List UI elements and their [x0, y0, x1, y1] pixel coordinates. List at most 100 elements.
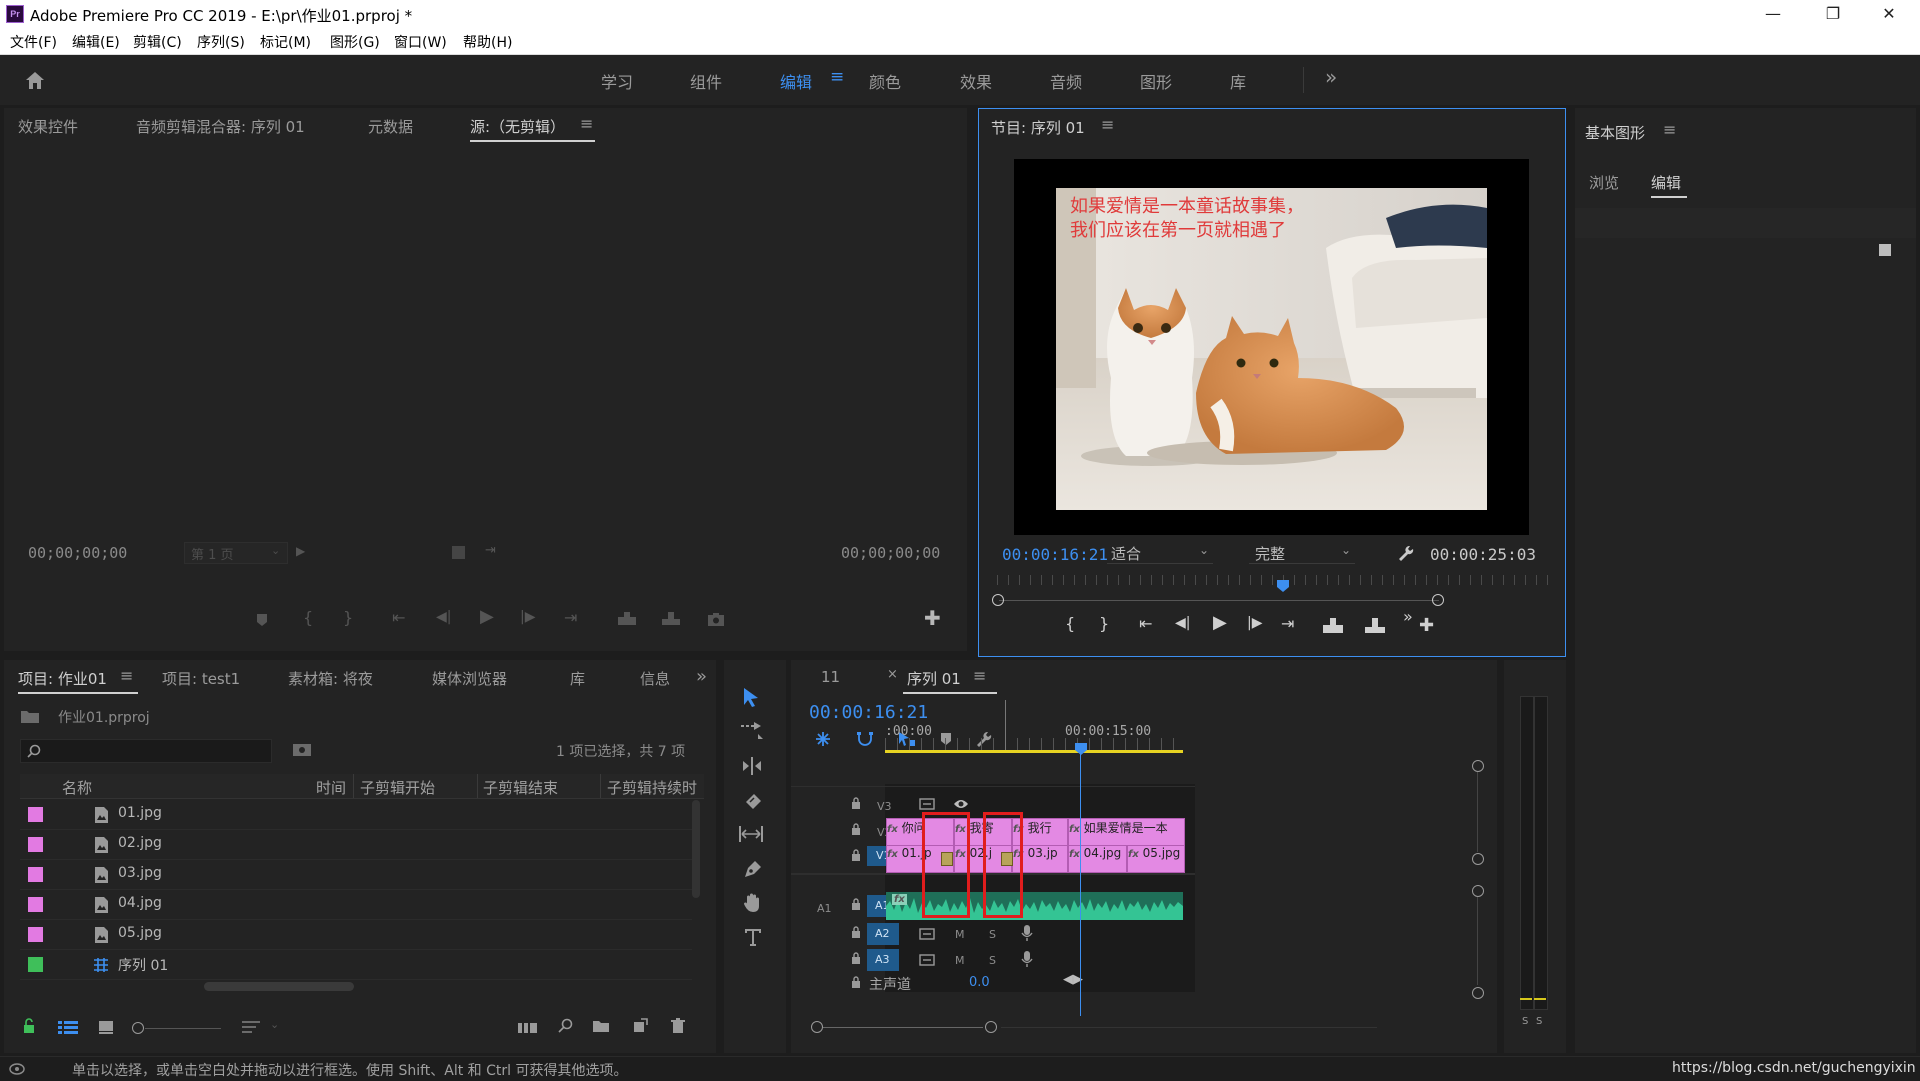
label-color-swatch[interactable]	[28, 807, 43, 822]
video-scrollbar-track[interactable]	[1477, 772, 1478, 852]
project-search-input[interactable]	[20, 739, 272, 763]
project-item-row[interactable]: 01.jpg	[20, 800, 692, 830]
home-icon[interactable]	[24, 69, 46, 91]
slip-tool-icon[interactable]	[738, 824, 764, 844]
extract-icon[interactable]	[1363, 617, 1387, 635]
dropdown-arrow-icon[interactable]: ⇥	[485, 543, 496, 558]
project-item-row[interactable]: 04.jpg	[20, 890, 692, 920]
lock-icon[interactable]	[851, 926, 861, 938]
timeline-zoom-handle-left[interactable]	[811, 1021, 823, 1033]
project-item-row[interactable]: 05.jpg	[20, 920, 692, 950]
tab-bin-jiangye[interactable]: 素材箱: 将夜	[288, 668, 373, 689]
column-subclip-duration[interactable]: 子剪辑持续时	[607, 777, 701, 798]
quality-select[interactable]: 完整 ⌄	[1249, 543, 1355, 564]
minimize-button[interactable]: —	[1750, 0, 1796, 28]
menu-sequence[interactable]: 序列(S)	[197, 32, 245, 52]
lock-icon[interactable]	[851, 823, 861, 835]
automate-to-sequence-icon[interactable]	[518, 1021, 538, 1033]
go-to-out-icon[interactable]: ⇥	[564, 608, 577, 627]
step-back-icon[interactable]: ◀|	[436, 609, 451, 625]
audio-scroll-handle-top[interactable]	[1472, 885, 1484, 897]
mute-button[interactable]: M	[955, 954, 965, 967]
essential-graphics-menu-icon[interactable]: ≡	[1663, 120, 1676, 139]
track-select-tool-icon[interactable]	[740, 722, 764, 740]
lock-icon[interactable]	[851, 797, 861, 809]
mark-out-icon[interactable]: }	[1099, 614, 1109, 633]
lock-icon[interactable]	[22, 1018, 36, 1034]
chevron-down-icon[interactable]: ⌄	[270, 1018, 279, 1031]
list-view-icon[interactable]	[58, 1020, 78, 1034]
timeline-scroll-track[interactable]	[1001, 1027, 1377, 1028]
go-to-out-icon[interactable]: ⇥	[1281, 614, 1294, 633]
project-item-row[interactable]: 03.jpg	[20, 860, 692, 890]
track-a2-target[interactable]: A2	[867, 923, 899, 945]
menu-graphics[interactable]: 图形(G)	[330, 32, 380, 52]
project-list-scrollbar[interactable]	[692, 800, 700, 898]
tab-audio-clip-mixer[interactable]: 音频剪辑混合器: 序列 01	[136, 116, 305, 137]
source-patch-a1[interactable]: A1	[817, 902, 832, 915]
solo-right-button[interactable]: S	[1536, 1016, 1542, 1027]
lift-icon[interactable]	[1321, 617, 1345, 635]
mark-in-icon[interactable]: {	[1065, 614, 1075, 633]
sort-icons-icon[interactable]	[242, 1020, 260, 1034]
v1-clip-4[interactable]: fx 04.jpg	[1068, 845, 1127, 873]
pen-tool-icon[interactable]	[742, 858, 764, 880]
lock-icon[interactable]	[851, 976, 861, 988]
column-subclip-end[interactable]: 子剪辑结束	[483, 777, 558, 798]
restore-button[interactable]: ❐	[1810, 0, 1856, 28]
go-to-in-icon[interactable]: ⇤	[1139, 614, 1152, 633]
solo-button[interactable]: S	[989, 928, 996, 941]
tab-source[interactable]: 源:（无剪辑）	[470, 116, 565, 137]
background-activity-icon[interactable]	[8, 1062, 26, 1076]
audio-scroll-handle-bottom[interactable]	[1472, 987, 1484, 999]
fit-select[interactable]: 适合 ⌄	[1107, 543, 1213, 564]
program-playhead[interactable]	[1276, 579, 1290, 593]
timeline-zoom-track[interactable]	[823, 1027, 983, 1028]
tab-metadata[interactable]: 元数据	[368, 116, 413, 137]
v2-clip-4[interactable]: fx 如果爱情是一本	[1068, 818, 1185, 846]
timeline-zoom-handle-right[interactable]	[985, 1021, 997, 1033]
workspace-graphics[interactable]: 图形	[1140, 69, 1172, 93]
workspace-assembly[interactable]: 组件	[690, 69, 722, 93]
tab-libraries[interactable]: 库	[570, 668, 585, 689]
audio-scrollbar-track[interactable]	[1477, 897, 1478, 985]
zoom-handle-right[interactable]	[1432, 594, 1444, 606]
solo-button[interactable]: S	[989, 954, 996, 967]
page-next-icon[interactable]: ▶	[296, 544, 305, 558]
tab-sequence-11[interactable]: 11	[821, 668, 840, 686]
program-time-ruler[interactable]	[997, 575, 1549, 585]
find-icon[interactable]	[558, 1018, 574, 1034]
workspace-editing[interactable]: 编辑	[780, 69, 812, 93]
timeline-menu-icon[interactable]: ≡	[973, 666, 986, 685]
selection-tool-icon[interactable]	[740, 686, 762, 708]
label-color-swatch[interactable]	[28, 897, 43, 912]
workspace-audio[interactable]: 音频	[1050, 69, 1082, 93]
workspace-overflow-icon[interactable]: »	[1325, 65, 1337, 89]
sync-lock-icon[interactable]	[919, 928, 935, 940]
new-item-icon[interactable]	[632, 1018, 648, 1034]
nest-toggle-icon[interactable]	[813, 730, 833, 748]
mark-in-icon[interactable]: {	[303, 608, 313, 627]
master-volume-value[interactable]: 0.0	[969, 975, 990, 990]
tab-project-test1[interactable]: 项目: test1	[162, 668, 240, 689]
project-horizontal-scrollbar[interactable]	[204, 982, 354, 991]
icon-view-icon[interactable]	[98, 1020, 114, 1034]
tab-info[interactable]: 信息	[640, 668, 672, 689]
new-search-bin-icon[interactable]	[292, 742, 312, 758]
lock-icon[interactable]	[851, 849, 861, 861]
step-forward-icon[interactable]: |▶	[1247, 615, 1262, 631]
hand-tool-icon[interactable]	[742, 892, 764, 914]
wrench-icon[interactable]	[1397, 544, 1415, 562]
snap-icon[interactable]	[855, 730, 875, 748]
tabs-overflow-icon[interactable]: »	[696, 666, 707, 687]
sync-lock-icon[interactable]	[919, 798, 935, 810]
source-panel-menu-icon[interactable]: ≡	[580, 114, 593, 133]
export-frame-icon[interactable]	[707, 611, 725, 627]
menu-edit[interactable]: 编辑(E)	[72, 32, 120, 52]
new-bin-icon[interactable]	[592, 1019, 610, 1033]
page-select[interactable]: 第 1 页 ⌄	[184, 542, 288, 564]
menu-file[interactable]: 文件(F)	[10, 32, 57, 52]
insert-icon[interactable]	[616, 611, 638, 627]
zoom-slider-track[interactable]	[145, 1028, 221, 1029]
label-color-swatch[interactable]	[28, 867, 43, 882]
